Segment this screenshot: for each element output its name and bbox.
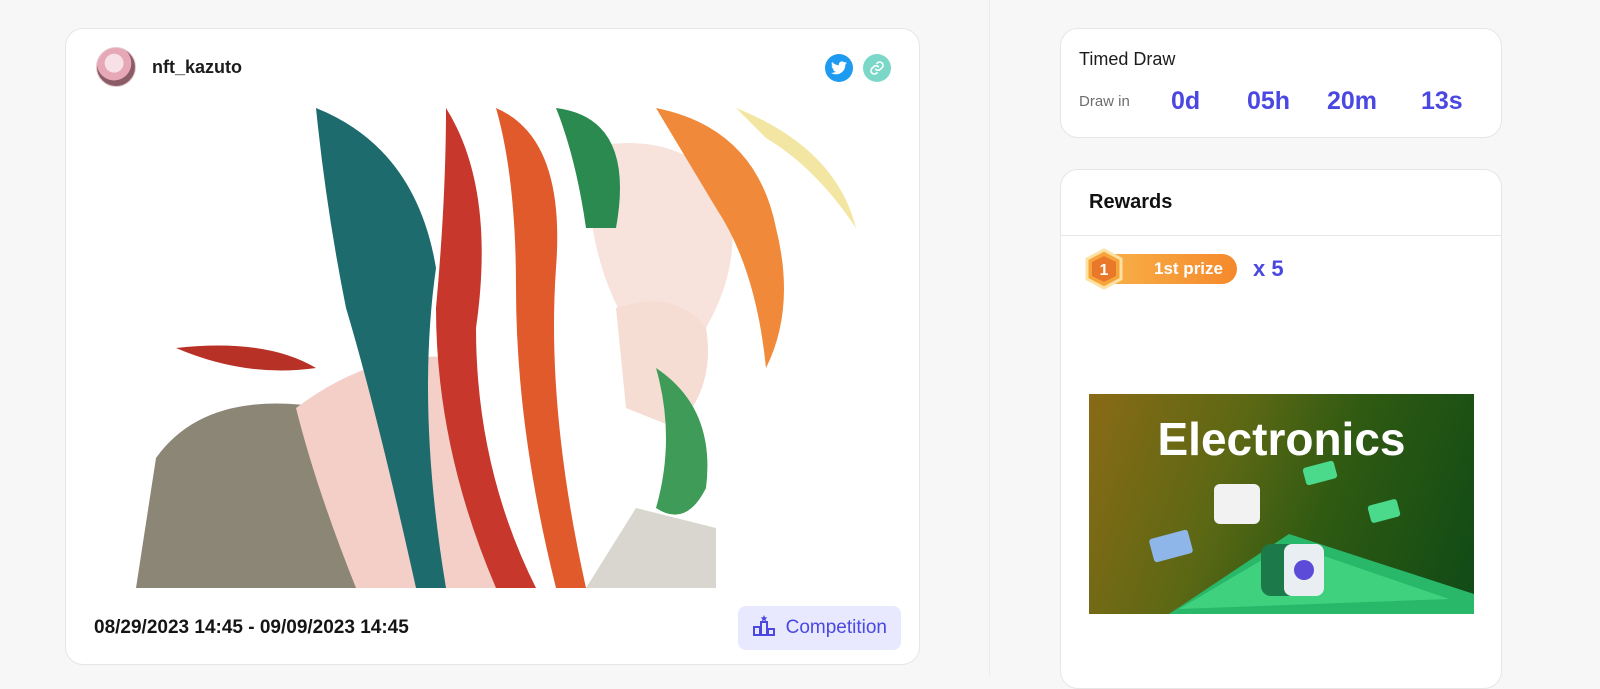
rewards-card: Rewards 1 1st prize x 5 Electronics [1060,169,1502,689]
podium-icon [752,613,776,643]
countdown-days: 0d [1171,87,1201,115]
medal-icon: 1 [1085,248,1123,290]
countdown-minutes: 20m [1327,87,1378,115]
rewards-header: Rewards [1061,170,1501,236]
competition-tag[interactable]: Competition [737,606,901,650]
column-divider [989,0,990,676]
twitter-icon[interactable] [825,54,853,82]
prize-label: 1st prize [1154,259,1223,278]
post-card: nft_kazuto 08/29/2023 14:45 - 09/09/2023… [65,28,920,665]
link-icon[interactable] [863,54,891,82]
timed-draw-card: Timed Draw Draw in 0d 05h 20m 13s [1060,28,1502,138]
post-meta: 08/29/2023 14:45 - 09/09/2023 14:45 Comp… [94,606,901,650]
prize-count: x 5 [1253,256,1284,281]
avatar[interactable] [96,47,136,87]
draw-in-label: Draw in [1079,93,1130,110]
banner-title: Electronics [1157,413,1406,465]
countdown-hours: 05h [1247,87,1291,115]
share-icons [825,54,891,82]
artwork-image[interactable] [116,108,868,588]
rewards-title: Rewards [1089,191,1173,213]
prize-row: 1 1st prize x 5 [1085,248,1284,290]
medal-rank: 1 [1100,262,1109,279]
author-name[interactable]: nft_kazuto [152,57,242,78]
reward-image[interactable]: Electronics [1089,394,1474,614]
timed-draw-title: Timed Draw [1079,49,1176,69]
tag-label: Competition [785,617,887,638]
author[interactable]: nft_kazuto [96,47,242,87]
date-range: 08/29/2023 14:45 - 09/09/2023 14:45 [94,617,409,638]
prize-badge: 1 1st prize [1085,248,1237,290]
countdown-seconds: 13s [1421,87,1463,115]
